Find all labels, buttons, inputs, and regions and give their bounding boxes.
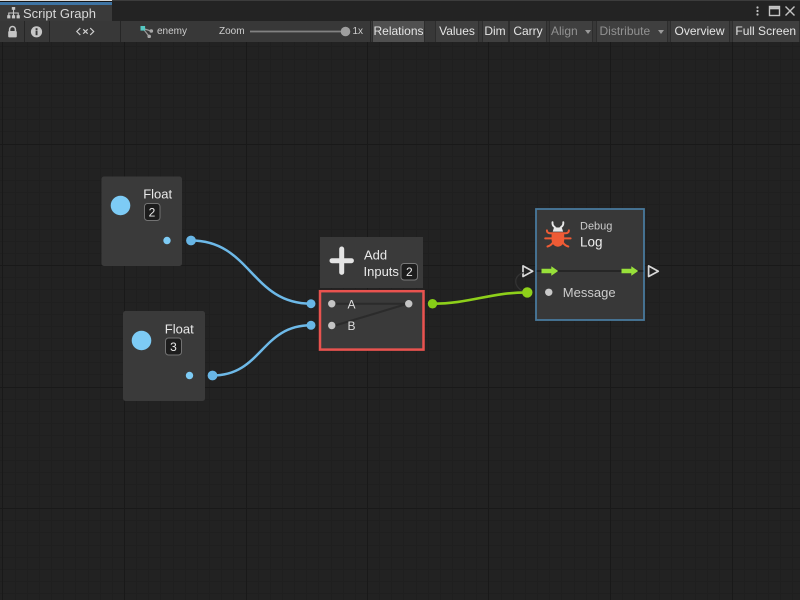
svg-text:A: A [348,297,356,311]
svg-text:Message: Message [563,285,616,300]
svg-text:Add: Add [364,248,387,263]
svg-text:2: 2 [149,206,156,220]
svg-text:Debug: Debug [580,221,612,233]
svg-text:3: 3 [170,340,177,354]
svg-text:Inputs: Inputs [364,264,400,279]
svg-text:Float: Float [165,322,194,337]
svg-text:Float: Float [143,187,172,202]
svg-text:B: B [348,319,356,333]
svg-text:2: 2 [406,265,413,279]
svg-text:Log: Log [580,235,603,250]
